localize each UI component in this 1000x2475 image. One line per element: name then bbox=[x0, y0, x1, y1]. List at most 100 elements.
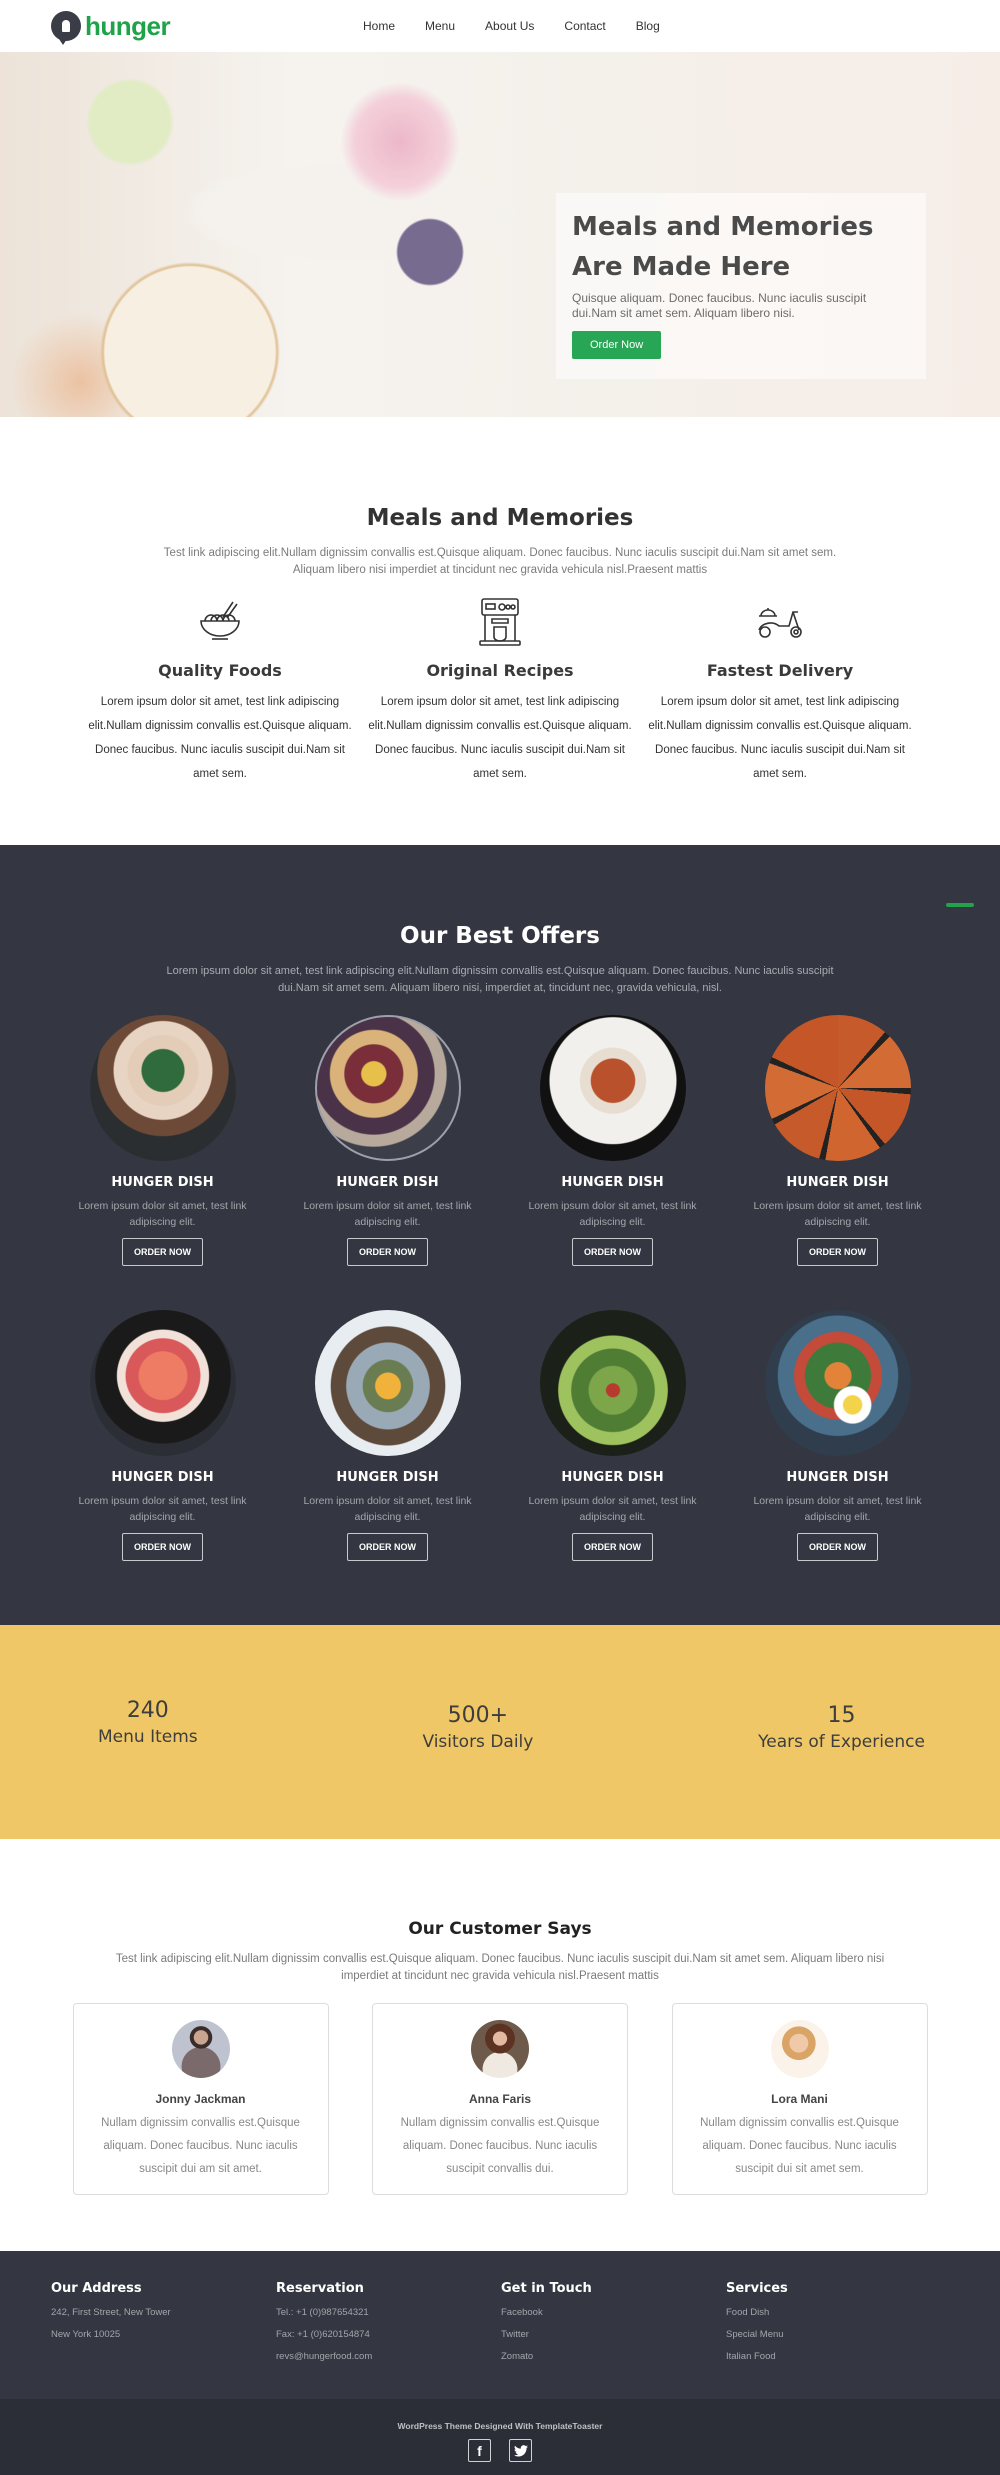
footer-bottom-bar: WordPress Theme Designed With TemplateTo… bbox=[0, 2399, 1000, 2475]
footer-address: Our Address 242, First Street, New Tower… bbox=[51, 2281, 276, 2399]
nav-blog[interactable]: Blog bbox=[636, 19, 660, 33]
dish-title: HUNGER DISH bbox=[336, 1470, 439, 1485]
order-now-button[interactable]: ORDER NOW bbox=[122, 1238, 203, 1266]
dish-card: HUNGER DISH Lorem ipsum dolor sit amet, … bbox=[500, 1310, 725, 1561]
dish-title: HUNGER DISH bbox=[111, 1175, 214, 1190]
phone-link[interactable]: Tel.: +1 (0)987654321 bbox=[276, 2302, 501, 2324]
footer-get-in-touch: Get in Touch Facebook Twitter Zomato bbox=[501, 2281, 726, 2399]
nav-home[interactable]: Home bbox=[363, 19, 395, 33]
dish-image-green-salad bbox=[539, 1310, 686, 1456]
service-link[interactable]: Special Menu bbox=[726, 2324, 951, 2346]
feature-title: Quality Foods bbox=[158, 661, 282, 680]
service-link[interactable]: Food Dish bbox=[726, 2302, 951, 2324]
dish-title: HUNGER DISH bbox=[786, 1470, 889, 1485]
dish-card: HUNGER DISH Lorem ipsum dolor sit amet, … bbox=[500, 1015, 725, 1266]
order-now-button[interactable]: ORDER NOW bbox=[572, 1533, 653, 1561]
coffee-machine-icon bbox=[365, 597, 635, 647]
order-now-button[interactable]: ORDER NOW bbox=[572, 1238, 653, 1266]
logo-text: hunger bbox=[85, 11, 171, 41]
dish-title: HUNGER DISH bbox=[561, 1470, 664, 1485]
order-now-button[interactable]: Order Now bbox=[572, 331, 662, 359]
dish-title: HUNGER DISH bbox=[336, 1175, 439, 1190]
stat-years-experience: 15 Years of Experience bbox=[758, 1625, 925, 1839]
twitter-link[interactable]: Twitter bbox=[501, 2324, 726, 2346]
address-line: 242, First Street, New Tower bbox=[51, 2307, 171, 2318]
dish-card: HUNGER DISH Lorem ipsum dolor sit amet, … bbox=[275, 1015, 500, 1266]
testimonial-name: Jonny Jackman bbox=[155, 2092, 246, 2106]
stat-value: 240 bbox=[126, 1698, 169, 1723]
nav-contact[interactable]: Contact bbox=[564, 19, 605, 33]
order-now-button[interactable]: ORDER NOW bbox=[797, 1533, 878, 1561]
dish-title: HUNGER DISH bbox=[786, 1175, 889, 1190]
dish-card: HUNGER DISH Lorem ipsum dolor sit amet, … bbox=[725, 1310, 950, 1561]
dish-text: Lorem ipsum dolor sit amet, test link ad… bbox=[303, 1200, 472, 1228]
order-now-button[interactable]: ORDER NOW bbox=[347, 1533, 428, 1561]
fax-link[interactable]: Fax: +1 (0)620154874 bbox=[276, 2324, 501, 2346]
feature-original-recipes: Original Recipes Lorem ipsum dolor sit a… bbox=[365, 597, 635, 786]
dish-card: HUNGER DISH Lorem ipsum dolor sit amet, … bbox=[725, 1015, 950, 1266]
testimonial-card: Jonny Jackman Nullam dignissim convallis… bbox=[72, 2003, 329, 2195]
facebook-icon[interactable]: f bbox=[468, 2439, 491, 2462]
hero-caption: Meals and Memories Are Made Here Quisque… bbox=[556, 193, 926, 379]
hero-subtitle: Quisque aliquam. Donec faucibus. Nunc ia… bbox=[572, 291, 867, 320]
dish-text: Lorem ipsum dolor sit amet, test link ad… bbox=[78, 1495, 247, 1523]
logo[interactable]: hunger bbox=[51, 11, 171, 45]
testimonial-name: Lora Mani bbox=[771, 2092, 828, 2106]
testimonial-name: Anna Faris bbox=[468, 2092, 531, 2106]
feature-fastest-delivery: Fastest Delivery Lorem ipsum dolor sit a… bbox=[645, 597, 915, 786]
testimonials-description: Test link adipiscing elit.Nullam digniss… bbox=[115, 1953, 885, 1982]
features-section: Meals and Memories Test link adipiscing … bbox=[0, 417, 1000, 845]
hero-slider: Meals and Memories Are Made Here Quisque… bbox=[0, 52, 1000, 417]
footer-heading: Services bbox=[726, 2281, 788, 2296]
credit-text: WordPress Theme Designed With TemplateTo… bbox=[397, 2421, 603, 2431]
dish-card: HUNGER DISH Lorem ipsum dolor sit amet, … bbox=[275, 1310, 500, 1561]
twitter-icon[interactable] bbox=[509, 2439, 532, 2462]
logo-icon bbox=[51, 11, 81, 45]
email-link[interactable]: revs@hungerfood.com bbox=[276, 2346, 501, 2368]
order-now-button[interactable]: ORDER NOW bbox=[122, 1533, 203, 1561]
stat-label: Menu Items bbox=[98, 1727, 198, 1747]
facebook-link[interactable]: Facebook bbox=[501, 2302, 726, 2324]
dish-image-fruit-platter bbox=[314, 1015, 461, 1161]
offers-section: Our Best Offers Lorem ipsum dolor sit am… bbox=[0, 845, 1000, 1625]
dish-grid: HUNGER DISH Lorem ipsum dolor sit amet, … bbox=[50, 1015, 950, 1561]
testimonial-text: Nullam dignissim convallis est.Quisque a… bbox=[700, 2117, 899, 2175]
stat-visitors-daily: 500+ Visitors Daily bbox=[422, 1625, 533, 1839]
order-now-button[interactable]: ORDER NOW bbox=[347, 1238, 428, 1266]
service-link[interactable]: Italian Food bbox=[726, 2346, 951, 2368]
dish-title: HUNGER DISH bbox=[561, 1175, 664, 1190]
social-links: f bbox=[0, 2439, 1000, 2462]
testimonial-text: Nullam dignissim convallis est.Quisque a… bbox=[101, 2117, 300, 2175]
stats-section: 240 Menu Items 500+ Visitors Daily 15 Ye… bbox=[0, 1625, 1000, 1839]
site-header: hunger Home Menu About Us Contact Blog bbox=[0, 0, 1000, 52]
feature-text: Lorem ipsum dolor sit amet, test link ad… bbox=[648, 696, 912, 780]
feature-text: Lorem ipsum dolor sit amet, test link ad… bbox=[368, 696, 632, 780]
dish-image-pizza bbox=[764, 1015, 911, 1161]
testimonial-card: Anna Faris Nullam dignissim convallis es… bbox=[372, 2003, 628, 2195]
feature-quality-foods: Quality Foods Lorem ipsum dolor sit amet… bbox=[85, 597, 355, 786]
offers-title: Our Best Offers bbox=[400, 923, 600, 949]
order-now-button[interactable]: ORDER NOW bbox=[797, 1238, 878, 1266]
main-nav: Home Menu About Us Contact Blog bbox=[363, 0, 690, 52]
avatar bbox=[471, 2020, 529, 2078]
zomato-link[interactable]: Zomato bbox=[501, 2346, 726, 2368]
offers-description: Lorem ipsum dolor sit amet, test link ad… bbox=[166, 965, 834, 994]
testimonial-text: Nullam dignissim convallis est.Quisque a… bbox=[400, 2117, 600, 2175]
footer-services: Services Food Dish Special Menu Italian … bbox=[726, 2281, 951, 2399]
footer-heading: Get in Touch bbox=[501, 2281, 592, 2296]
dish-image-veggie-egg-bowl bbox=[764, 1310, 911, 1456]
dish-image-salmon-bowl bbox=[89, 1310, 236, 1456]
hero-title: Meals and Memories Are Made Here bbox=[572, 212, 874, 282]
feature-text: Lorem ipsum dolor sit amet, test link ad… bbox=[88, 696, 352, 780]
stat-label: Years of Experience bbox=[758, 1732, 925, 1752]
feature-title: Fastest Delivery bbox=[706, 661, 854, 680]
dish-card: HUNGER DISH Lorem ipsum dolor sit amet, … bbox=[50, 1015, 275, 1266]
noodle-bowl-icon bbox=[85, 597, 355, 647]
delivery-scooter-icon bbox=[645, 597, 915, 647]
nav-menu[interactable]: Menu bbox=[425, 19, 455, 33]
nav-about-us[interactable]: About Us bbox=[485, 19, 534, 33]
address-line: New York 10025 bbox=[51, 2329, 121, 2340]
scroll-indicator bbox=[946, 903, 974, 907]
dish-text: Lorem ipsum dolor sit amet, test link ad… bbox=[528, 1495, 697, 1523]
avatar bbox=[171, 2020, 230, 2078]
